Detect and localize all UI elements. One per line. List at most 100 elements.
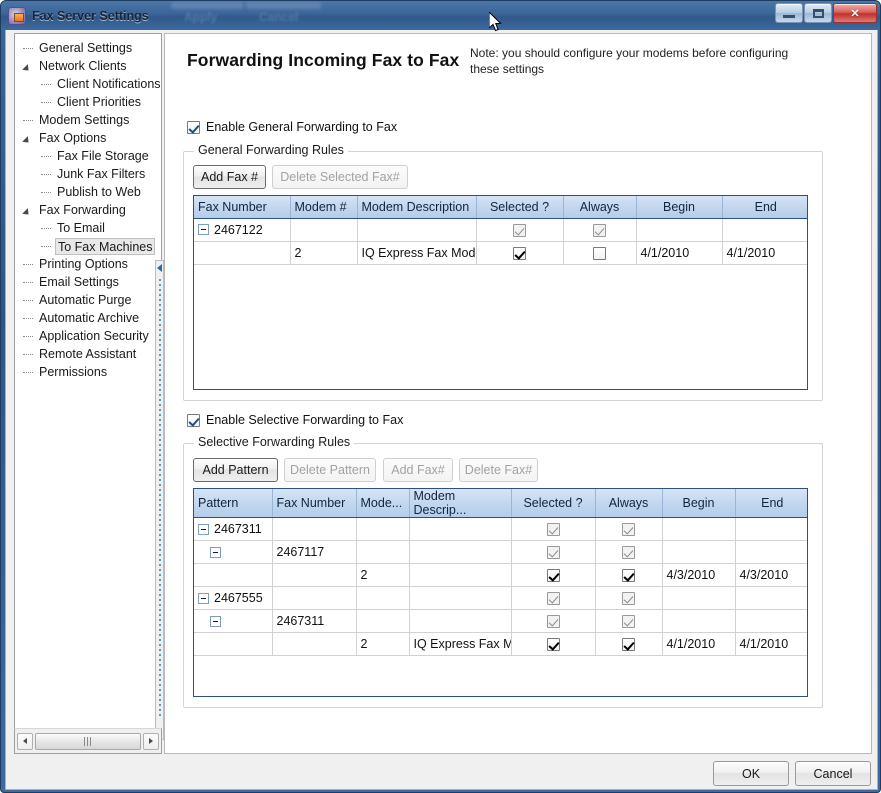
selected-cell[interactable] — [476, 241, 563, 264]
selected-checkbox[interactable] — [547, 523, 560, 536]
collapse-row-icon[interactable] — [198, 593, 209, 604]
general-forwarding-grid[interactable]: Fax Number Modem # Modem Description Sel… — [193, 195, 808, 390]
sidebar-item-fax-forwarding[interactable]: Fax Forwarding — [15, 201, 162, 219]
panel-splitter[interactable] — [155, 260, 164, 740]
ok-button[interactable]: OK — [713, 761, 789, 786]
sidebar-item-client-notifications[interactable]: Client Notifications — [15, 75, 162, 93]
sidebar-item-remote-assistant[interactable]: Remote Assistant — [15, 345, 162, 363]
delete-selected-fax-button[interactable]: Delete Selected Fax# — [272, 165, 408, 189]
collapse-row-icon[interactable] — [198, 524, 209, 535]
enable-selective-forwarding-row[interactable]: Enable Selective Forwarding to Fax — [187, 413, 403, 427]
always-checkbox[interactable] — [622, 615, 635, 628]
sidebar-item-general-settings[interactable]: General Settings — [15, 39, 162, 57]
collapse-row-icon[interactable] — [210, 616, 221, 627]
scrollbar-thumb[interactable] — [35, 733, 141, 750]
sidebar-item-client-priorities[interactable]: Client Priorities — [15, 93, 162, 111]
selected-cell[interactable] — [511, 564, 595, 587]
table-row[interactable]: 24/3/20104/3/2010 — [194, 564, 808, 587]
always-cell[interactable] — [595, 541, 662, 564]
col-end[interactable]: End — [722, 196, 808, 218]
minimize-button[interactable] — [775, 3, 803, 23]
selected-cell[interactable] — [511, 587, 595, 610]
add-fax-number-selective-button[interactable]: Add Fax# — [383, 458, 453, 482]
col-modem-number[interactable]: Mode... — [356, 489, 409, 518]
col-end[interactable]: End — [735, 489, 808, 518]
sidebar-item-publish-to-web[interactable]: Publish to Web — [15, 183, 162, 201]
selected-checkbox[interactable] — [547, 615, 560, 628]
expand-arrow-icon[interactable] — [21, 129, 37, 147]
selected-cell[interactable] — [511, 633, 595, 656]
sidebar-item-permissions[interactable]: Permissions — [15, 363, 162, 381]
col-modem-number[interactable]: Modem # — [290, 196, 357, 218]
settings-tree-panel[interactable]: General SettingsNetwork ClientsClient No… — [14, 33, 162, 754]
selected-cell[interactable] — [511, 518, 595, 541]
table-row[interactable]: 2467117 — [194, 541, 808, 564]
always-cell[interactable] — [595, 518, 662, 541]
add-pattern-button[interactable]: Add Pattern — [193, 458, 278, 482]
arrow-right-icon[interactable] — [143, 733, 159, 750]
col-begin[interactable]: Begin — [662, 489, 735, 518]
cancel-button[interactable]: Cancel — [795, 761, 871, 786]
add-fax-number-button[interactable]: Add Fax # — [193, 165, 266, 189]
arrow-left-icon[interactable] — [17, 733, 33, 750]
table-row[interactable]: 2467311 — [194, 610, 808, 633]
col-modem-description[interactable]: Modem Description — [357, 196, 476, 218]
selected-checkbox[interactable] — [547, 546, 560, 559]
delete-fax-number-selective-button[interactable]: Delete Fax# — [459, 458, 538, 482]
col-fax-number[interactable]: Fax Number — [272, 489, 356, 518]
always-checkbox[interactable] — [622, 523, 635, 536]
sidebar-item-printing-options[interactable]: Printing Options — [15, 255, 162, 273]
selected-checkbox[interactable] — [547, 638, 560, 651]
table-row[interactable]: 2467555 — [194, 587, 808, 610]
maximize-button[interactable] — [804, 3, 832, 23]
col-always[interactable]: Always — [563, 196, 636, 218]
always-checkbox[interactable] — [622, 546, 635, 559]
always-checkbox[interactable] — [622, 569, 635, 582]
sidebar-item-application-security[interactable]: Application Security — [15, 327, 162, 345]
sidebar-item-to-fax-machines[interactable]: To Fax Machines — [15, 237, 162, 255]
always-cell[interactable] — [595, 610, 662, 633]
sidebar-item-email-settings[interactable]: Email Settings — [15, 273, 162, 291]
always-cell[interactable] — [563, 241, 636, 264]
col-fax-number[interactable]: Fax Number — [194, 196, 290, 218]
always-checkbox[interactable] — [622, 638, 635, 651]
always-cell[interactable] — [595, 564, 662, 587]
selected-cell[interactable] — [511, 610, 595, 633]
selected-checkbox[interactable] — [513, 224, 526, 237]
sidebar-item-automatic-purge[interactable]: Automatic Purge — [15, 291, 162, 309]
close-button[interactable]: ✕ — [833, 3, 877, 23]
selected-cell[interactable] — [511, 541, 595, 564]
selected-checkbox[interactable] — [547, 569, 560, 582]
table-row[interactable]: 2467311 — [194, 518, 808, 541]
enable-general-forwarding-row[interactable]: Enable General Forwarding to Fax — [187, 120, 397, 134]
sidebar-item-network-clients[interactable]: Network Clients — [15, 57, 162, 75]
col-always[interactable]: Always — [595, 489, 662, 518]
tree-horizontal-scrollbar[interactable] — [14, 728, 162, 754]
sidebar-item-to-email[interactable]: To Email — [15, 219, 162, 237]
sidebar-item-fax-file-storage[interactable]: Fax File Storage — [15, 147, 162, 165]
col-selected[interactable]: Selected ? — [476, 196, 563, 218]
selected-checkbox[interactable] — [513, 247, 526, 260]
table-row[interactable]: 2IQ Express Fax M«4/1/20104/1/2010 — [194, 633, 808, 656]
always-checkbox[interactable] — [593, 247, 606, 260]
enable-general-forwarding-checkbox[interactable] — [187, 121, 200, 134]
sidebar-item-junk-fax-filters[interactable]: Junk Fax Filters — [15, 165, 162, 183]
enable-selective-forwarding-checkbox[interactable] — [187, 414, 200, 427]
col-pattern[interactable]: Pattern — [194, 489, 272, 518]
always-cell[interactable] — [595, 587, 662, 610]
always-cell[interactable] — [563, 218, 636, 241]
selected-cell[interactable] — [476, 218, 563, 241]
table-row[interactable]: 2467122 — [194, 218, 808, 241]
selective-forwarding-grid[interactable]: Pattern Fax Number Mode... Modem Descrip… — [193, 488, 808, 697]
table-row[interactable]: 2IQ Express Fax Mode4/1/20104/1/2010 — [194, 241, 808, 264]
expand-arrow-icon[interactable] — [21, 201, 37, 219]
col-begin[interactable]: Begin — [636, 196, 722, 218]
delete-pattern-button[interactable]: Delete Pattern — [284, 458, 376, 482]
collapse-arrow-icon[interactable] — [157, 264, 162, 272]
col-modem-description[interactable]: Modem Descrip... — [409, 489, 511, 518]
always-checkbox[interactable] — [622, 592, 635, 605]
always-checkbox[interactable] — [593, 224, 606, 237]
collapse-row-icon[interactable] — [210, 547, 221, 558]
expand-arrow-icon[interactable] — [21, 57, 37, 75]
selected-checkbox[interactable] — [547, 592, 560, 605]
